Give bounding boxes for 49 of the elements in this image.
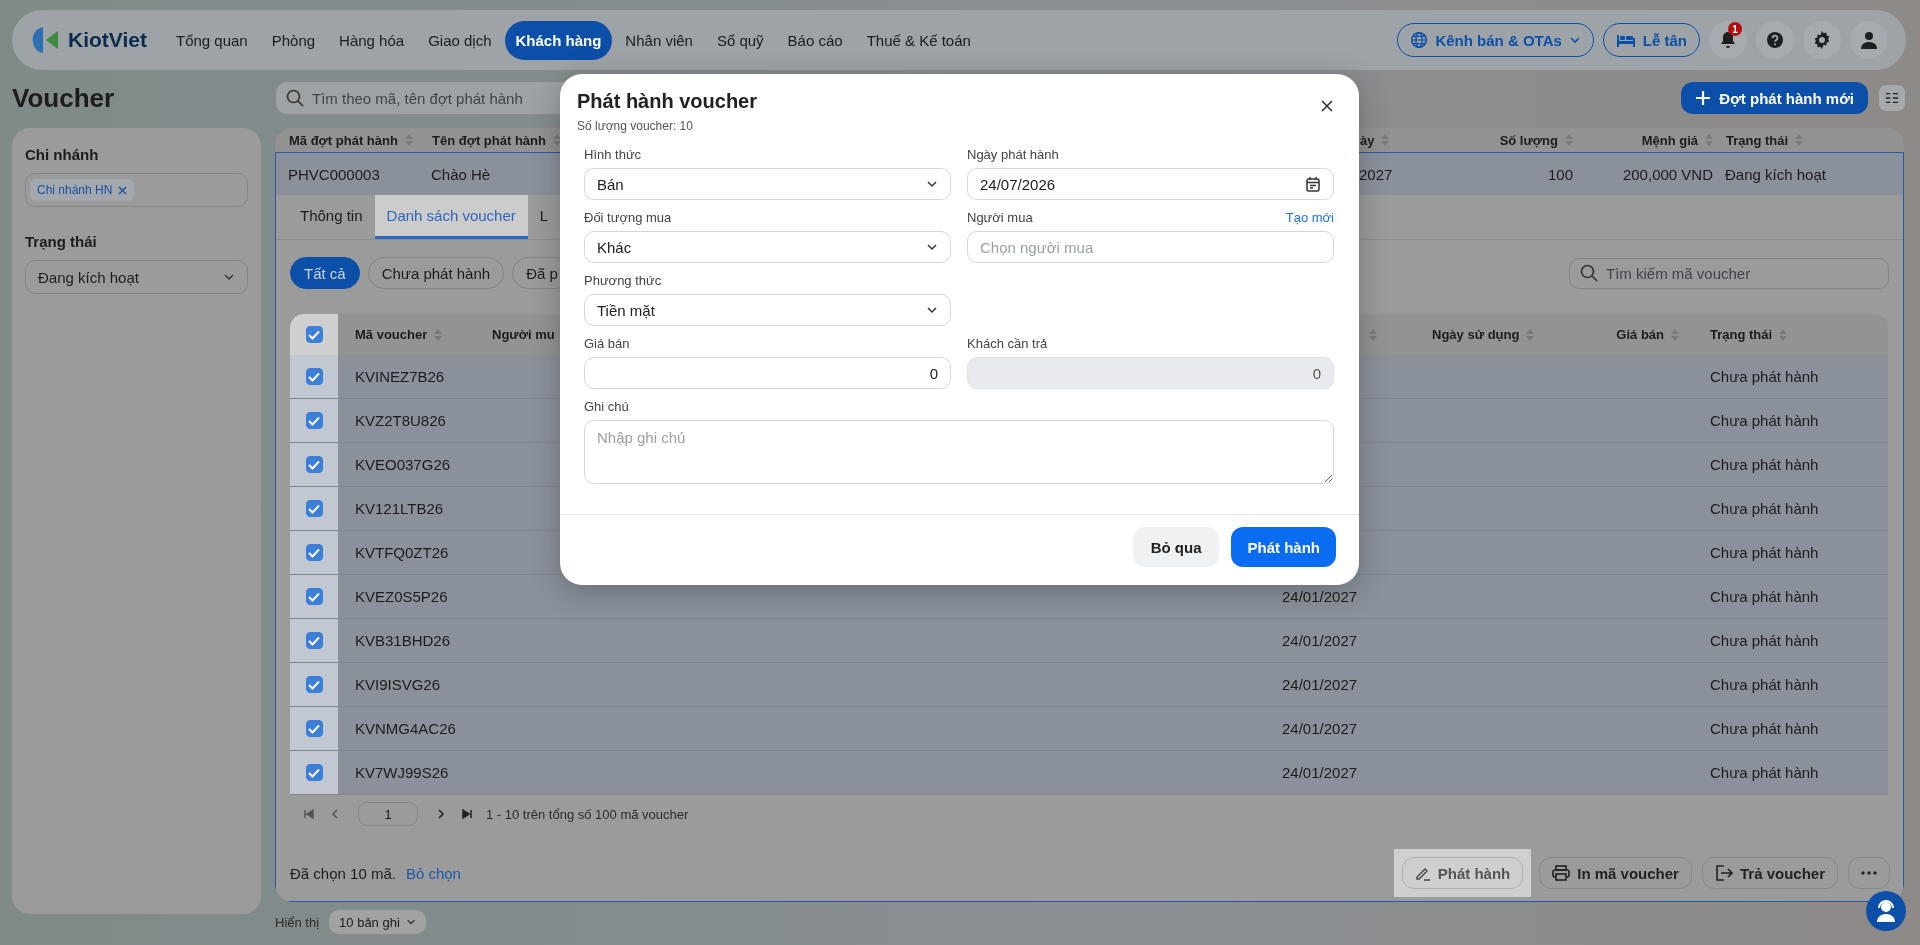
- selection-count: Đã chọn 10 mã.: [290, 864, 396, 882]
- table-cell: KVZ2T8U826: [355, 412, 446, 429]
- table-cell: Chưa phát hành: [1710, 588, 1819, 605]
- brand-name: KiotViet: [68, 28, 147, 52]
- table-cell: KVNMG4AC26: [355, 720, 456, 737]
- table-cell: 24/01/2027: [1282, 588, 1358, 605]
- table-cell: Chưa phát hành: [1710, 720, 1819, 737]
- field-label: Khách cần trả: [967, 336, 1048, 351]
- filter-label: Trạng thái: [25, 233, 98, 250]
- table-cell: KVTFQ0ZT26: [355, 544, 449, 561]
- table-cell: 24/01/2027: [1282, 632, 1358, 649]
- table-cell: Chưa phát hành: [1710, 412, 1819, 429]
- table-cell: PHVC000003: [288, 165, 380, 183]
- table-cell: KV7WJ99S26: [355, 764, 449, 781]
- table-cell: Chưa phát hành: [1710, 456, 1819, 473]
- table-cell: Đang kích hoạt: [1725, 165, 1826, 183]
- notification-badge: 1: [1728, 22, 1742, 36]
- pagination-summary: 1 - 10 trên tổng số 100 mã voucher: [486, 806, 689, 822]
- table-cell: 200,000 VND: [1622, 165, 1713, 183]
- page-title: Voucher: [12, 82, 116, 114]
- table-cell: 2027: [1359, 165, 1393, 183]
- table-cell: Chưa phát hành: [1710, 368, 1819, 385]
- table-cell: 24/01/2027: [1282, 676, 1358, 693]
- table-cell: Chưa phát hành: [1710, 500, 1819, 517]
- table-cell: 24/01/2027: [1282, 764, 1358, 781]
- table-cell: KVI9ISVG26: [355, 676, 441, 693]
- page-size-label: Hiển thị: [275, 914, 320, 930]
- table-cell: 24/01/2027: [1282, 720, 1358, 737]
- table-cell: 100: [1547, 165, 1573, 183]
- table-cell: KVEZ0S5P26: [355, 588, 448, 605]
- table-cell: Chưa phát hành: [1710, 632, 1819, 649]
- field-label: Ngày phát hành: [967, 147, 1059, 162]
- filter-label: Chi nhánh: [25, 146, 100, 163]
- table-cell: KV121LTB26: [355, 500, 444, 517]
- number-field: 0: [967, 357, 1334, 389]
- field-label: Ghi chú: [584, 399, 629, 414]
- table-cell: Chưa phát hành: [1710, 676, 1819, 693]
- table-cell: Chưa phát hành: [1710, 764, 1819, 781]
- field-label: Giá bán: [584, 336, 630, 351]
- field-label: Đối tượng mua: [584, 210, 672, 225]
- field-label: Phương thức: [584, 273, 662, 288]
- table-cell: Chưa phát hành: [1710, 544, 1819, 561]
- table-cell: KVEO037G26: [355, 456, 451, 473]
- table-cell: KVB31BHD26: [355, 632, 451, 649]
- table-cell: KVINEZ7B26: [355, 368, 445, 385]
- dialog-subtitle: Số lượng voucher: 10: [577, 119, 694, 133]
- table-cell: Chào Hè: [431, 165, 491, 183]
- field-label: Người mua: [967, 210, 1033, 225]
- field-label: Hình thức: [584, 147, 642, 162]
